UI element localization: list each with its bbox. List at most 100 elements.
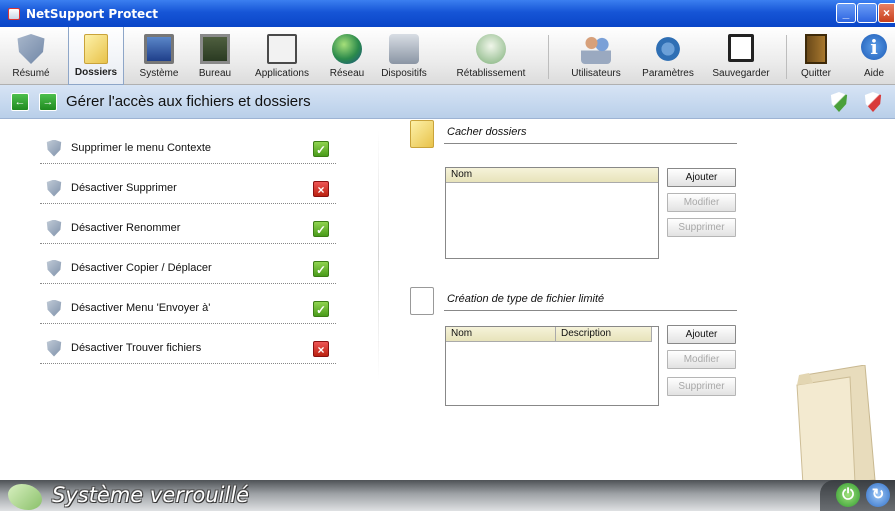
hide-folders-list[interactable]: Nom <box>445 167 659 259</box>
restricted-files-add-button[interactable]: Ajouter <box>667 325 736 344</box>
hide-folders-delete-button[interactable]: Supprimer <box>667 218 736 237</box>
toolbar-devices-button[interactable]: Dispositifs <box>378 27 430 85</box>
option-row[interactable]: Désactiver Renommer ✓ <box>40 213 336 244</box>
toolbar-label: Système <box>139 68 179 79</box>
toolbar-settings-button[interactable]: Paramètres <box>638 27 698 85</box>
leaf-icon <box>8 484 42 510</box>
toolbar-save-button[interactable]: Sauvegarder <box>706 27 776 85</box>
toolbar-system-button[interactable]: Système <box>134 27 184 85</box>
option-row[interactable]: Désactiver Trouver fichiers × <box>40 333 336 364</box>
option-label: Désactiver Copier / Déplacer <box>71 262 212 274</box>
option-label: Désactiver Renommer <box>71 222 181 234</box>
shield-icon <box>46 299 62 317</box>
shield-icon <box>46 259 62 277</box>
column-divider <box>378 130 379 380</box>
toolbar-help-button[interactable]: i Aide <box>856 27 892 85</box>
toolbar: Résumé Dossiers Système Bureau Applicati… <box>0 27 895 85</box>
window-title: NetSupport Protect <box>26 6 159 21</box>
toolbar-separator <box>548 35 549 79</box>
document-icon <box>410 287 434 315</box>
title-bar: NetSupport Protect <box>0 0 895 27</box>
option-row[interactable]: Désactiver Copier / Déplacer ✓ <box>40 253 336 284</box>
toolbar-label: Sauvegarder <box>712 68 770 79</box>
folder-icon <box>410 120 434 148</box>
restricted-files-list[interactable]: Nom Description <box>445 326 659 406</box>
option-label: Désactiver Supprimer <box>71 182 177 194</box>
red-shield-icon[interactable] <box>864 92 882 112</box>
option-row[interactable]: Supprimer le menu Contexte ✓ <box>40 133 336 164</box>
refresh-icon[interactable]: ↻ <box>866 483 890 507</box>
toolbar-users-button[interactable]: Utilisateurs <box>562 27 630 85</box>
window-icon <box>267 34 297 64</box>
lock-status-text: Système verrouillé <box>52 483 250 507</box>
exit-door-icon <box>805 34 827 64</box>
toolbar-separator <box>786 35 787 79</box>
toolbar-label: Bureau <box>198 68 232 79</box>
column-header-description[interactable]: Description <box>556 327 652 342</box>
restricted-files-delete-button[interactable]: Supprimer <box>667 377 736 396</box>
toolbar-applications-button[interactable]: Applications <box>248 27 316 85</box>
maximize-button[interactable]: □ <box>857 3 877 23</box>
option-label: Désactiver Menu 'Envoyer à' <box>71 302 211 314</box>
toolbar-label: Dispositifs <box>381 68 427 79</box>
main-panel: Supprimer le menu Contexte ✓ Désactiver … <box>0 120 895 485</box>
column-header-name[interactable]: Nom <box>446 168 658 183</box>
shield-icon <box>46 139 62 157</box>
minimize-button[interactable]: _ <box>836 3 856 23</box>
toolbar-desktop-button[interactable]: Bureau <box>192 27 238 85</box>
app-logo-icon <box>8 7 20 20</box>
option-checkbox-unchecked[interactable]: × <box>313 181 329 197</box>
toolbar-label: Utilisateurs <box>571 68 621 79</box>
status-bar: Système verrouillé ⏻ ↻ <box>0 480 895 511</box>
toolbar-summary-button[interactable]: Résumé <box>8 27 54 85</box>
section-divider <box>444 310 737 311</box>
folder-icon <box>84 34 108 64</box>
toolbar-label: Réseau <box>329 68 365 79</box>
large-folder-icon <box>796 365 876 485</box>
restricted-files-edit-button[interactable]: Modifier <box>667 350 736 369</box>
option-row[interactable]: Désactiver Supprimer × <box>40 173 336 204</box>
desktop-icon <box>200 34 230 64</box>
toolbar-label: Applications <box>255 68 309 79</box>
devices-icon <box>389 34 419 64</box>
option-row[interactable]: Désactiver Menu 'Envoyer à' ✓ <box>40 293 336 324</box>
green-shield-icon[interactable] <box>830 92 848 112</box>
hide-folders-edit-button[interactable]: Modifier <box>667 193 736 212</box>
toolbar-label: Aide <box>863 68 884 79</box>
toolbar-label: Résumé <box>12 68 50 79</box>
shield-icon <box>17 34 45 64</box>
option-checkbox-checked[interactable]: ✓ <box>313 221 329 237</box>
forward-button[interactable]: → <box>39 93 57 111</box>
users-icon <box>581 34 611 64</box>
option-checkbox-unchecked[interactable]: × <box>313 341 329 357</box>
page-header: ← → Gérer l'accès aux fichiers et dossie… <box>0 85 895 119</box>
power-icon[interactable]: ⏻ <box>836 483 860 507</box>
column-header-name[interactable]: Nom <box>446 327 556 342</box>
info-icon: i <box>861 34 887 60</box>
shield-icon <box>46 219 62 237</box>
toolbar-folders-button[interactable]: Dossiers <box>68 27 124 85</box>
restore-icon <box>476 34 506 64</box>
save-icon <box>728 34 754 62</box>
option-checkbox-checked[interactable]: ✓ <box>313 141 329 157</box>
toolbar-network-button[interactable]: Réseau <box>324 27 370 85</box>
toolbar-label: Dossiers <box>74 67 118 78</box>
gear-icon <box>653 34 683 64</box>
toolbar-quit-button[interactable]: Quitter <box>794 27 838 85</box>
close-button[interactable]: × <box>878 3 895 23</box>
globe-icon <box>332 34 362 64</box>
section-divider <box>444 143 737 144</box>
back-button[interactable]: ← <box>11 93 29 111</box>
shield-icon <box>46 179 62 197</box>
toolbar-label: Quitter <box>800 68 831 79</box>
restricted-files-title: Création de type de fichier limité <box>447 293 605 305</box>
hide-folders-add-button[interactable]: Ajouter <box>667 168 736 187</box>
option-checkbox-checked[interactable]: ✓ <box>313 301 329 317</box>
hide-folders-title: Cacher dossiers <box>447 126 527 138</box>
monitor-icon <box>144 34 174 64</box>
option-label: Désactiver Trouver fichiers <box>71 342 202 354</box>
toolbar-restore-button[interactable]: Rétablissement <box>448 27 534 85</box>
option-label: Supprimer le menu Contexte <box>71 142 212 154</box>
option-checkbox-checked[interactable]: ✓ <box>313 261 329 277</box>
toolbar-label: Rétablissement <box>456 68 526 79</box>
